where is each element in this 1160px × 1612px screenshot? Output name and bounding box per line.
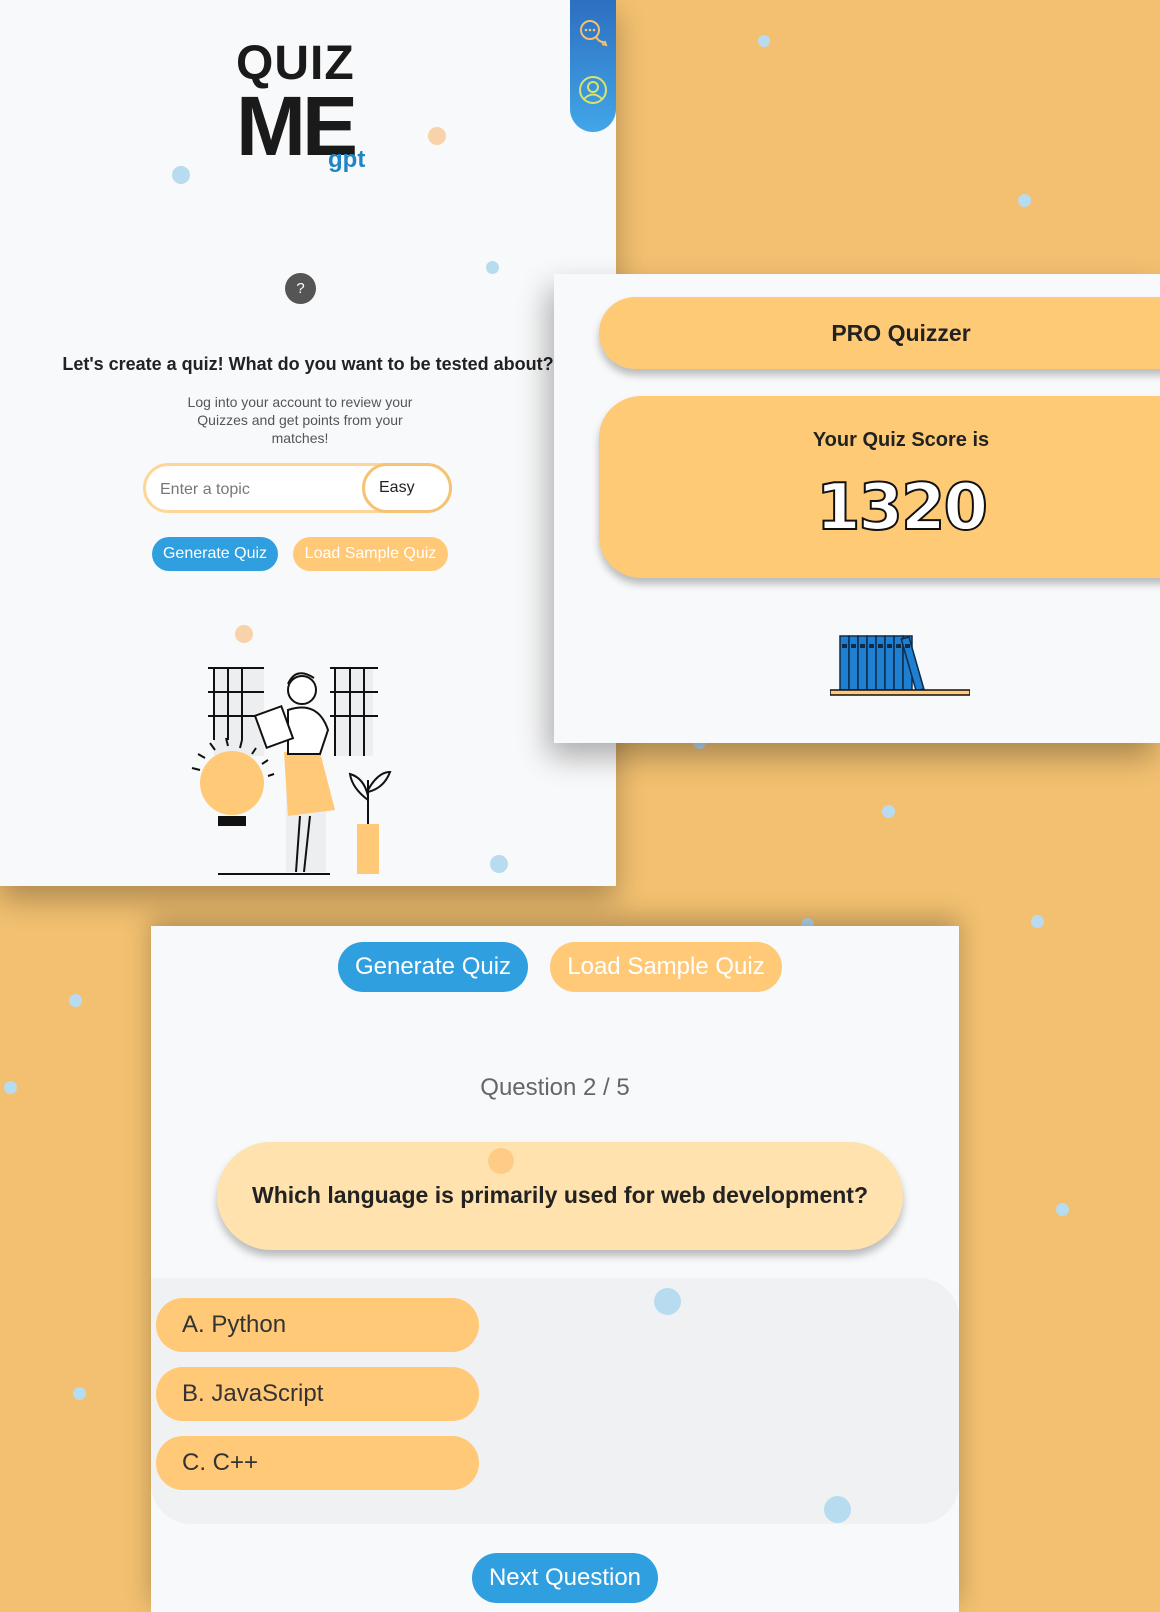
prompt-title: Let's create a quiz! What do you want to… [62, 354, 554, 374]
load-sample-quiz-button[interactable]: Load Sample Quiz [550, 942, 782, 992]
background-dot [758, 35, 770, 47]
score-label: Your Quiz Score is [812, 429, 990, 451]
answer-label: B. JavaScript [182, 1380, 324, 1407]
background-dot [882, 805, 895, 818]
app-logo: QUIZ ME gpt [236, 40, 376, 180]
side-rail [570, 0, 616, 132]
question-text: Which language is primarily used for web… [251, 1182, 868, 1208]
chat-icon[interactable] [578, 18, 608, 48]
background-dot [73, 1387, 86, 1400]
background-dot [488, 1148, 514, 1174]
background-dot [824, 1496, 851, 1523]
reading-person-illustration [191, 667, 392, 875]
answers-list: A. Python B. JavaScript C. C++ [151, 1278, 959, 1524]
answer-option[interactable]: B. JavaScript [156, 1367, 479, 1421]
score-card: Your Quiz Score is 1320 [599, 396, 1160, 578]
next-question-button[interactable]: Next Question [472, 1553, 658, 1603]
background-dot [172, 166, 190, 184]
generate-quiz-button[interactable]: Generate Quiz [338, 942, 528, 992]
bookshelf-icon [830, 635, 970, 696]
rank-badge: PRO Quizzer [599, 297, 1160, 369]
rank-label: PRO Quizzer [831, 320, 971, 346]
score-value: 1320 [815, 470, 989, 546]
help-button[interactable]: ? [285, 273, 316, 304]
question-panel: Generate Quiz Load Sample Quiz Question … [151, 926, 959, 1612]
answer-option[interactable]: A. Python [156, 1298, 479, 1352]
background-dot [1018, 194, 1031, 207]
difficulty-select[interactable]: Easy [362, 463, 452, 513]
background-dot [486, 261, 499, 274]
question-progress: Question 2 / 5 [480, 1074, 630, 1101]
background-dot [4, 1081, 17, 1094]
background-dot [1056, 1203, 1069, 1216]
question-card: Which language is primarily used for web… [217, 1142, 903, 1250]
score-panel: PRO Quizzer Your Quiz Score is 1320 [554, 274, 1160, 743]
user-icon[interactable] [578, 75, 608, 105]
load-sample-quiz-button[interactable]: Load Sample Quiz [293, 537, 448, 571]
background-dot [654, 1288, 681, 1315]
topic-form: Easy [143, 463, 452, 513]
login-hint: Log into your account to review your Qui… [187, 394, 413, 446]
answer-label: C. C++ [182, 1449, 259, 1476]
topic-input[interactable] [158, 476, 352, 504]
logo-gpt-text: gpt [328, 146, 366, 173]
background-dot [1031, 915, 1044, 928]
answer-option[interactable]: C. C++ [156, 1436, 479, 1490]
generate-quiz-button[interactable]: Generate Quiz [152, 537, 278, 571]
background-dot [428, 127, 446, 145]
background-dot [69, 994, 82, 1007]
answer-label: A. Python [182, 1311, 287, 1338]
quiz-creator-panel: QUIZ ME gpt ? Let's create a quiz! What … [0, 0, 616, 886]
background-dot [490, 855, 508, 873]
